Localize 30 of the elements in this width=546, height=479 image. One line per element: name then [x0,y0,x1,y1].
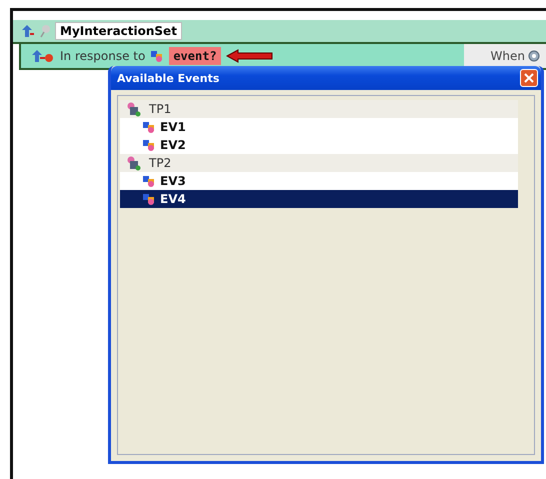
tree-group[interactable]: TP1 [120,100,518,118]
event-label: EV2 [160,138,186,152]
rule-label: In response to [60,49,146,63]
event-item[interactable]: EV4 [120,190,518,208]
group-label: TP1 [149,102,172,116]
package-icon [126,102,141,116]
event-item[interactable]: EV3 [120,172,518,190]
package-icon [126,156,141,170]
event-item[interactable]: EV2 [120,136,518,154]
close-button[interactable] [520,69,538,87]
group-label: TP2 [149,156,172,170]
event-placeholder[interactable]: event? [169,47,221,65]
event-icon [142,174,156,188]
event-label: EV4 [160,192,186,206]
up-arrow-icon [31,49,55,63]
arrow-icon [226,49,274,63]
event-label: EV1 [160,120,186,134]
dialog-title: Available Events [117,72,220,84]
set-title: MyInteractionSet [55,22,182,40]
close-icon [524,73,534,83]
up-arrow-icon [21,24,35,38]
event-icon [142,138,156,152]
pin-icon [39,24,51,38]
event-icon [142,192,156,206]
event-icon [150,49,164,63]
event-label: EV3 [160,174,186,188]
when-label: When [490,49,525,63]
event-item[interactable]: EV1 [120,118,518,136]
event-icon [142,120,156,134]
tree-group[interactable]: TP2 [120,154,518,172]
